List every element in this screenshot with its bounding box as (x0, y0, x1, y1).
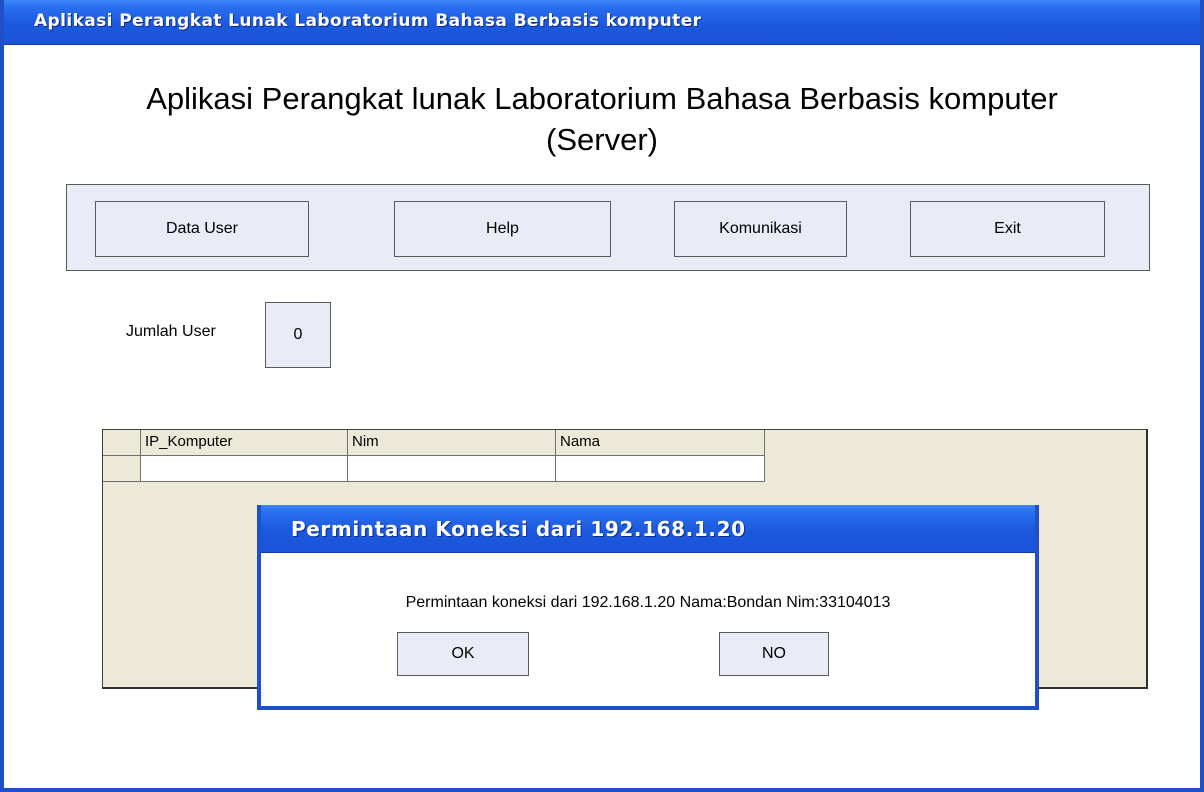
page-heading: Aplikasi Perangkat lunak Laboratorium Ba… (146, 81, 1058, 116)
table-cell-nim[interactable] (348, 456, 556, 482)
connection-request-dialog: Permintaan Koneksi dari 192.168.1.20 Per… (257, 505, 1039, 710)
jumlah-user-label: Jumlah User (126, 323, 216, 340)
toolbar: Data User Help Komunikasi Exit (66, 184, 1150, 271)
main-window: Aplikasi Perangkat Lunak Laboratorium Ba… (0, 0, 1204, 792)
column-header-nama[interactable]: Nama (556, 430, 765, 456)
help-button[interactable]: Help (394, 201, 611, 257)
table-cell-nama[interactable] (556, 456, 765, 482)
data-user-button[interactable]: Data User (95, 201, 309, 257)
window-titlebar[interactable]: Aplikasi Perangkat Lunak Laboratorium Ba… (4, 0, 1200, 45)
no-button[interactable]: NO (719, 632, 829, 676)
ok-button[interactable]: OK (397, 632, 529, 676)
page-subheading: (Server) (546, 122, 658, 157)
jumlah-user-value: 0 (265, 302, 331, 368)
dialog-titlebar[interactable]: Permintaan Koneksi dari 192.168.1.20 (261, 505, 1035, 553)
row-selector[interactable] (103, 456, 141, 482)
table-row[interactable] (103, 456, 765, 482)
column-header-ip-komputer[interactable]: IP_Komputer (141, 430, 348, 456)
window-title: Aplikasi Perangkat Lunak Laboratorium Ba… (34, 11, 702, 31)
row-selector-header (103, 430, 141, 456)
column-header-nim[interactable]: Nim (348, 430, 556, 456)
table-header: IP_Komputer Nim Nama (103, 430, 765, 456)
dialog-message: Permintaan koneksi dari 192.168.1.20 Nam… (405, 594, 891, 611)
table-cell-ip-komputer[interactable] (141, 456, 348, 482)
dialog-title: Permintaan Koneksi dari 192.168.1.20 (291, 517, 746, 541)
komunikasi-button[interactable]: Komunikasi (674, 201, 847, 257)
exit-button[interactable]: Exit (910, 201, 1105, 257)
